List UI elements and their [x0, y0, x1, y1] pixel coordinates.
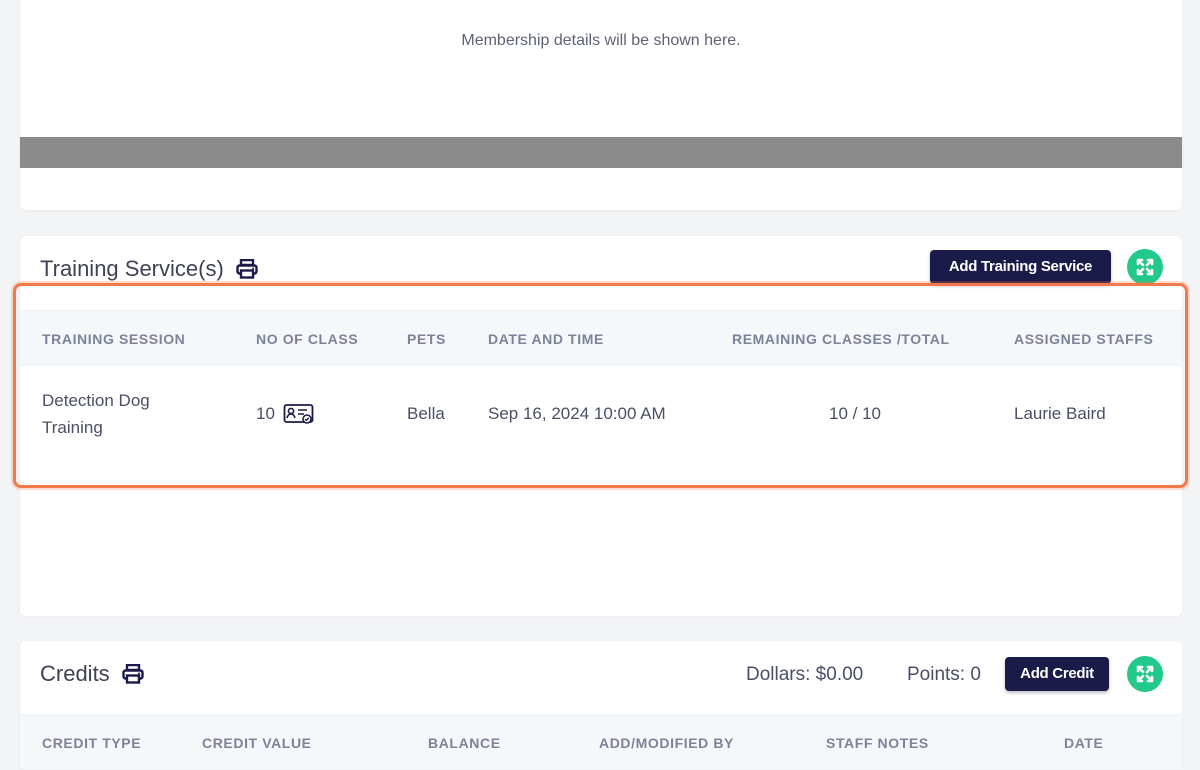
- credits-dollars: Dollars: $0.00: [746, 664, 864, 685]
- column-header-no-of-class[interactable]: NO OF CLASS: [256, 311, 358, 367]
- date-time-value: Sep 16, 2024 10:00 AM: [488, 404, 666, 423]
- pet-name[interactable]: Bella: [407, 400, 445, 427]
- column-header-staff-notes[interactable]: STAFF NOTES: [826, 715, 929, 770]
- membership-card: Membership details will be shown here.: [20, 0, 1182, 210]
- print-icon[interactable]: [121, 663, 144, 684]
- add-credit-button[interactable]: Add Credit: [1005, 657, 1109, 691]
- expand-icon[interactable]: [1127, 249, 1163, 285]
- class-card-icon[interactable]: [283, 402, 315, 426]
- credits-card: Credits Dollars: $0.00 Points: 0 Add Cre…: [20, 641, 1182, 770]
- no-of-class-cell: 10: [256, 400, 315, 427]
- credits-title: Credits: [40, 661, 110, 686]
- assigned-staff-name: Laurie Baird: [1014, 404, 1106, 423]
- expand-icon[interactable]: [1127, 656, 1163, 692]
- add-training-service-button[interactable]: Add Training Service: [930, 250, 1111, 284]
- credits-points: Points: 0: [907, 664, 981, 685]
- membership-divider-bar: [20, 137, 1182, 168]
- remaining-total-value: 10 / 10: [829, 404, 881, 423]
- column-header-balance[interactable]: BALANCE: [428, 715, 501, 770]
- column-header-pets[interactable]: PETS: [407, 311, 446, 367]
- print-icon[interactable]: [236, 258, 258, 279]
- training-service-card: Training Service(s) Add Training Service…: [20, 236, 1182, 616]
- column-header-add-modified-by[interactable]: ADD/MODIFIED BY: [599, 715, 734, 770]
- no-of-class-value: 10: [256, 404, 275, 423]
- training-service-header: Training Service(s): [40, 256, 258, 282]
- training-service-title: Training Service(s): [40, 256, 224, 281]
- membership-message: Membership details will be shown here.: [461, 32, 741, 49]
- column-header-assigned-staffs[interactable]: ASSIGNED STAFFS: [1014, 311, 1153, 367]
- column-header-date[interactable]: DATE: [1064, 715, 1103, 770]
- column-header-credit-value[interactable]: CREDIT VALUE: [202, 715, 312, 770]
- training-table-header: TRAINING SESSION NO OF CLASS PETS DATE A…: [20, 310, 1182, 366]
- credits-table-header: CREDIT TYPE CREDIT VALUE BALANCE ADD/MOD…: [20, 714, 1182, 770]
- column-header-remaining-classes[interactable]: REMAINING CLASSES /TOTAL: [732, 311, 950, 367]
- column-header-training-session[interactable]: TRAINING SESSION: [42, 311, 185, 367]
- column-header-credit-type[interactable]: CREDIT TYPE: [42, 715, 141, 770]
- column-header-date-time[interactable]: DATE AND TIME: [488, 311, 604, 367]
- credits-header: Credits: [40, 661, 144, 687]
- training-session-name[interactable]: Detection Dog Training: [42, 387, 150, 441]
